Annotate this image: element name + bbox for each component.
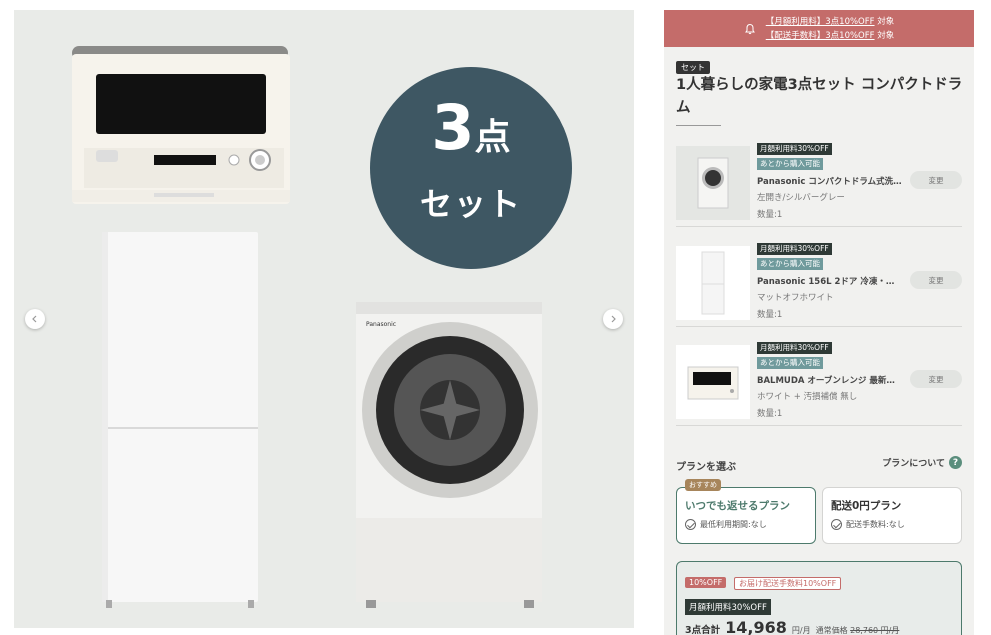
set-item-oven: 月額利用料30%OFF あとから購入可能 BALMUDA オーブンレンジ 最新モ… [676,340,962,426]
promo-link-shipping[interactable]: 【配送手数料】3点10%OFF [766,31,875,41]
shipping-discount-tag: お届け配送手数料10%OFF [734,577,842,590]
plan-heading: プランを選ぶ [676,462,736,473]
plan-option-returnable[interactable]: おすすめ いつでも返せるプラン 最低利用期間:なし [676,479,816,544]
oven-thumb-icon [687,366,739,400]
fridge-image [102,232,258,608]
off-tag: 10%OFF [685,577,727,588]
svg-text:Panasonic: Panasonic [366,321,396,328]
item-variant: マットオフホワイト [757,293,834,303]
set-item-washer: 月額利用料30%OFF あとから購入可能 Panasonic コンパクトドラム式… [676,141,962,227]
badge-number: 3点 [431,91,511,164]
washer-thumb-icon [697,157,729,209]
regular-price: 通常価格 28,760 円/月 [815,626,900,635]
plan-desc-text: 最低利用期間:なし [700,520,767,529]
help-icon: ? [949,456,962,469]
promo-link-monthly[interactable]: 【月額利用料】3点10%OFF [766,17,875,27]
badge-word: セット [419,185,522,223]
chevron-left-icon [32,315,37,323]
discount-tag: 月額利用料30%OFF [757,143,832,155]
discount-tag: 月額利用料30%OFF [757,243,832,255]
item-name: Panasonic コンパクトドラム式洗濯乾燥機 [757,177,902,187]
divider [676,125,721,126]
pay-later-tag: あとから購入可能 [757,158,823,170]
discount-tag: 月額利用料30%OFF [757,342,832,354]
recommend-badge: おすすめ [685,479,721,491]
pay-later-tag: あとから購入可能 [757,258,823,270]
monthly-discount-tag: 月額利用料30%OFF [685,599,771,615]
plan-name: 配送0円プラン [831,500,902,512]
item-thumbnail [676,246,750,320]
plan-about-link[interactable]: プランについて ? [882,456,962,469]
oven-image [72,46,290,204]
check-circle-icon [685,519,696,530]
plan-desc: 最低利用期間:なし [685,519,767,530]
plan-about-label: プランについて [882,459,945,469]
promo-banner: 【月額利用料】3点10%OFF 対象 【配送手数料】3点10%OFF 対象 [664,10,974,47]
change-button[interactable]: 変更 [910,171,962,189]
plan-name: いつでも返せるプラン [685,500,790,512]
item-qty: 数量:1 [757,310,783,320]
plan-option-free-shipping[interactable]: 配送0円プラン 配送手数料:なし [822,487,962,544]
item-qty: 数量:1 [757,409,783,419]
fridge-thumb-icon [701,251,725,315]
item-name: BALMUDA オーブンレンジ 最新モデル [757,376,902,386]
set-item-fridge: 月額利用料30%OFF あとから購入可能 Panasonic 156L 2ドア … [676,241,962,327]
item-variant: ホワイト + 汚損補償 無し [757,392,858,402]
pay-later-tag: あとから購入可能 [757,357,823,369]
total-label: 3点合計 [685,625,721,635]
chevron-right-icon [611,315,616,323]
price-unit: 円/月 [791,626,811,635]
total-amount: 14,968 [725,618,787,635]
carousel-next-button[interactable] [603,309,623,329]
bell-icon [744,23,755,34]
item-qty: 数量:1 [757,210,783,220]
price-summary: 10%OFF お届け配送手数料10%OFF 月額利用料30%OFF 3点合計 1… [676,561,962,635]
product-image-carousel: Panasonic 3点 セット [14,10,634,628]
promo-suffix: 対象 [874,16,895,27]
change-button[interactable]: 変更 [910,370,962,388]
item-variant: 左開き/シルバーグレー [757,193,845,203]
plan-desc-text: 配送手数料:なし [846,520,905,529]
three-item-set-badge: 3点 セット [370,67,572,269]
promo-suffix: 対象 [874,30,895,41]
product-title: 1人暮らしの家電3点セット コンパクトドラム [676,77,963,116]
plan-desc: 配送手数料:なし [831,519,905,530]
washer-image: Panasonic [356,302,542,608]
total-price: 3点合計 14,968 円/月 通常価格 28,760 円/月 [685,618,899,635]
item-name: Panasonic 156L 2ドア 冷凍・冷蔵庫 [757,277,902,287]
check-circle-icon [831,519,842,530]
carousel-prev-button[interactable] [25,309,45,329]
change-button[interactable]: 変更 [910,271,962,289]
item-thumbnail [676,146,750,220]
set-tag: セット [676,61,710,74]
item-thumbnail [676,345,750,419]
order-panel: 【月額利用料】3点10%OFF 対象 【配送手数料】3点10%OFF 対象 セッ… [664,10,974,635]
